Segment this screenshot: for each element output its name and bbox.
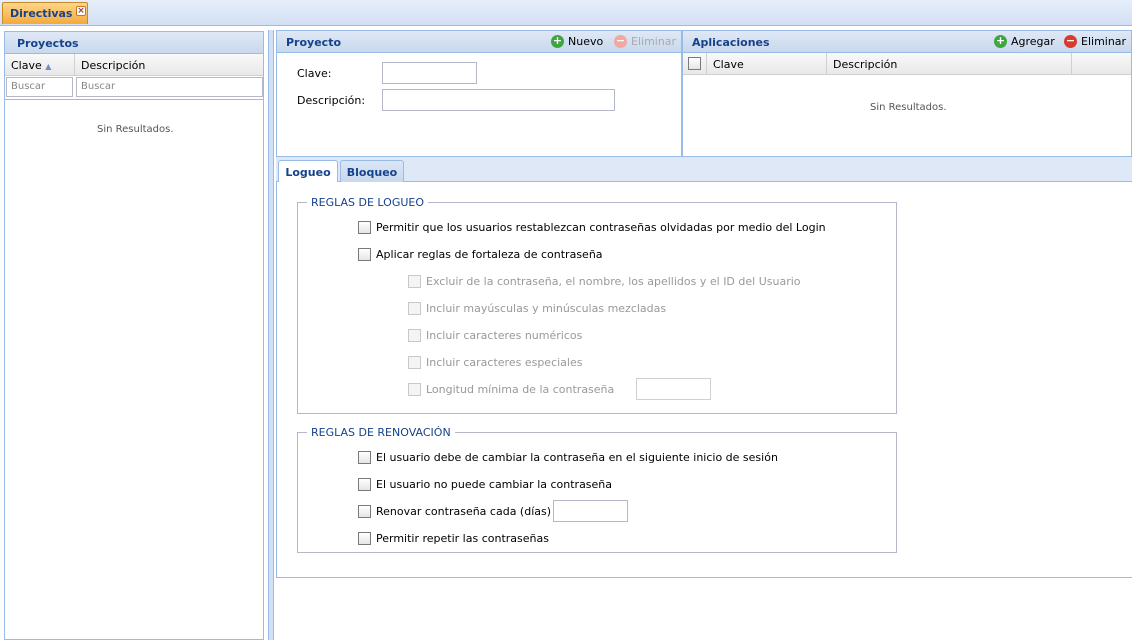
filter-row: Buscar Buscar [5,76,263,100]
suboption-longitud[interactable]: Longitud mínima de la contraseña [408,383,614,396]
checkbox-icon[interactable] [408,356,421,369]
eliminar-aplicacion-button[interactable]: − Eliminar [1064,35,1126,48]
checkbox-icon[interactable] [408,302,421,315]
aplicaciones-grid-header: Clave Descripción [683,53,1131,75]
proyecto-panel: Proyecto + Nuevo − Eliminar Clave: Descr… [276,30,682,157]
proyecto-header: Proyecto + Nuevo − Eliminar [277,31,681,53]
reglas-renovacion-fieldset: REGLAS DE RENOVACIÓN El usuario debe de … [297,426,897,553]
option-renovar-cada[interactable]: Renovar contraseña cada (días) [358,505,551,518]
descripcion-label: Descripción: [297,94,366,107]
suboption-numericos[interactable]: Incluir caracteres numéricos [408,329,582,342]
remove-circle-icon: − [1064,34,1077,48]
tab-bloqueo[interactable]: Bloqueo [340,160,404,182]
column-app-descripcion-label: Descripción [833,58,898,71]
checkbox-icon[interactable] [358,505,371,518]
suboption-mayusculas[interactable]: Incluir mayúsculas y minúsculas mezclada… [408,302,666,315]
eliminar-label: Eliminar [631,35,677,48]
longitud-input[interactable] [636,378,711,400]
sort-asc-icon: ▲ [45,62,52,71]
renovar-dias-input[interactable] [553,500,628,522]
aplicaciones-title: Aplicaciones [692,36,770,49]
proyectos-panel: Proyectos Clave ▲ Descripción Buscar Bus… [4,31,264,640]
option-fortaleza-label: Aplicar reglas de fortaleza de contraseñ… [376,248,603,261]
eliminar-aplicacion-label: Eliminar [1081,35,1127,48]
suboption-numericos-label: Incluir caracteres numéricos [426,329,583,342]
option-no-puede-cambiar-label: El usuario no puede cambiar la contraseñ… [376,478,613,491]
column-descripcion[interactable]: Descripción [75,54,263,76]
option-fortaleza[interactable]: Aplicar reglas de fortaleza de contraseñ… [358,248,603,261]
proyectos-grid-header: Clave ▲ Descripción [5,54,263,76]
panel-splitter[interactable] [268,30,274,640]
suboption-excluir[interactable]: Excluir de la contraseña, el nombre, los… [408,275,801,288]
suboption-longitud-label: Longitud mínima de la contraseña [426,383,615,396]
option-restablecer-label: Permitir que los usuarios restablezcan c… [376,221,826,234]
agregar-button[interactable]: + Agregar [994,35,1055,48]
aplicaciones-header: Aplicaciones + Agregar − Eliminar [683,31,1131,53]
reglas-logueo-legend: REGLAS DE LOGUEO [307,196,428,209]
suboption-especiales[interactable]: Incluir caracteres especiales [408,356,582,369]
tab-directivas[interactable]: Directivas × [2,2,88,24]
add-circle-icon: + [551,34,564,48]
proyectos-title: Proyectos [5,32,263,54]
nuevo-label: Nuevo [568,35,604,48]
reglas-logueo-fieldset: REGLAS DE LOGUEO Permitir que los usuari… [297,196,897,414]
tab-logueo[interactable]: Logueo [278,160,338,183]
column-clave[interactable]: Clave ▲ [5,54,75,76]
reglas-renovacion-legend: REGLAS DE RENOVACIÓN [307,426,455,439]
option-cambiar-siguiente-label: El usuario debe de cambiar la contraseña… [376,451,778,464]
checkbox-icon[interactable] [358,221,371,234]
checkbox-icon[interactable] [408,383,421,396]
checkbox-icon[interactable] [408,275,421,288]
add-circle-icon: + [994,34,1007,48]
column-app-descripcion[interactable]: Descripción [827,53,1072,75]
tab-directivas-label: Directivas [10,7,73,20]
checkbox-icon[interactable] [358,451,371,464]
select-all-checkbox[interactable] [683,53,707,75]
aplicaciones-empty-text: Sin Resultados. [870,102,947,113]
checkbox-icon[interactable] [358,248,371,261]
option-cambiar-siguiente[interactable]: El usuario debe de cambiar la contraseña… [358,451,778,464]
logueo-content: REGLAS DE LOGUEO Permitir que los usuari… [276,182,1132,578]
suboption-excluir-label: Excluir de la contraseña, el nombre, los… [426,275,801,288]
top-tab-bar: Directivas × [0,0,1132,26]
option-renovar-cada-label: Renovar contraseña cada (días) [376,505,552,518]
option-repetir[interactable]: Permitir repetir las contraseñas [358,532,549,545]
checkbox-icon[interactable] [358,532,371,545]
option-restablecer[interactable]: Permitir que los usuarios restablezcan c… [358,221,826,234]
filter-clave-input[interactable]: Buscar [6,77,73,97]
suboption-mayusculas-label: Incluir mayúsculas y minúsculas mezclada… [426,302,667,315]
remove-circle-icon: − [614,34,627,48]
column-descripcion-label: Descripción [81,59,146,72]
nuevo-button[interactable]: + Nuevo [551,35,603,48]
clave-input[interactable] [382,62,477,84]
column-clave-label: Clave [11,59,42,72]
filter-descripcion-input[interactable]: Buscar [76,77,263,97]
checkbox-icon[interactable] [358,478,371,491]
proyecto-title: Proyecto [286,36,342,49]
aplicaciones-panel: Aplicaciones + Agregar − Eliminar Clave … [682,30,1132,157]
eliminar-button[interactable]: − Eliminar [614,35,676,48]
suboption-especiales-label: Incluir caracteres especiales [426,356,583,369]
column-app-clave-label: Clave [713,58,744,71]
clave-label: Clave: [297,67,332,80]
column-app-clave[interactable]: Clave [707,53,827,75]
checkbox-icon [688,57,701,70]
checkbox-icon[interactable] [408,329,421,342]
descripcion-input[interactable] [382,89,615,111]
agregar-label: Agregar [1011,35,1055,48]
close-icon[interactable]: × [76,6,86,16]
option-no-puede-cambiar[interactable]: El usuario no puede cambiar la contraseñ… [358,478,612,491]
subtab-strip: Logueo Bloqueo [276,157,1132,183]
option-repetir-label: Permitir repetir las contraseñas [376,532,549,545]
proyectos-empty-text: Sin Resultados. [97,124,174,135]
